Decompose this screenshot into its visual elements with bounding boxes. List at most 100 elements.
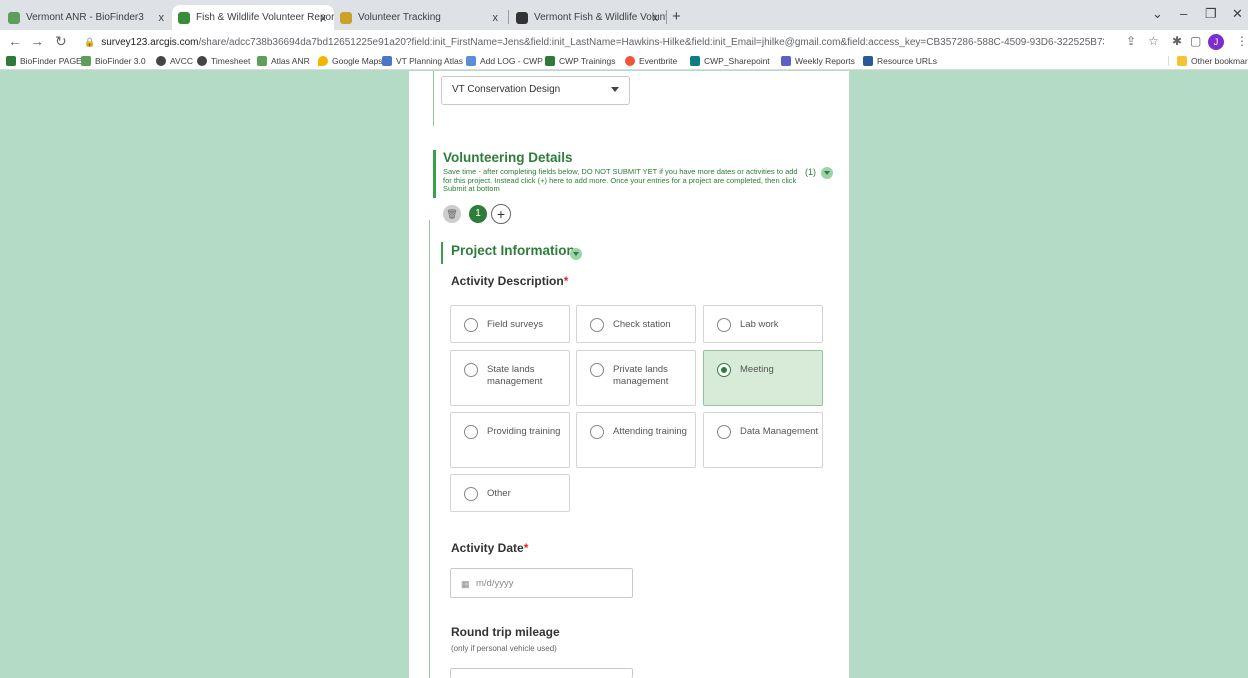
radio-button[interactable] — [464, 487, 478, 501]
activity-date-field[interactable]: ▦ m/d/yyyy — [450, 568, 633, 598]
group-guide-line — [433, 71, 434, 126]
repeat-page-number[interactable]: 1 — [469, 205, 487, 223]
bookmark-label: BioFinder 3.0 — [95, 56, 146, 66]
radio-button[interactable] — [590, 425, 604, 439]
radio-button[interactable] — [717, 425, 731, 439]
bookmark-eventbrite[interactable]: Eventbrite — [625, 56, 677, 66]
bookmark-biofinder-3[interactable]: BioFinder 3.0 — [81, 56, 146, 66]
window-close-icon[interactable]: ✕ — [1232, 6, 1243, 22]
tab-close-icon[interactable]: x — [159, 12, 165, 24]
bookmark-label: AVCC — [170, 56, 193, 66]
activity-option-data-management[interactable]: Data Management — [703, 412, 823, 468]
new-tab-button[interactable]: + — [672, 8, 681, 25]
tab-biofinder[interactable]: Vermont ANR - BioFinder3 x — [2, 5, 172, 30]
globe-icon — [156, 56, 166, 66]
option-label: Data Management — [740, 426, 819, 437]
forward-icon[interactable]: → — [30, 33, 44, 49]
side-panel-icon[interactable]: ▢ — [1190, 34, 1201, 48]
option-label: Check station — [613, 319, 671, 330]
tab-close-icon[interactable]: x — [653, 12, 659, 24]
activity-option-check-station[interactable]: Check station — [576, 305, 696, 343]
tab-close-icon[interactable]: x — [321, 12, 327, 24]
chevron-down-icon — [611, 87, 619, 92]
minimize-icon[interactable]: – — [1180, 6, 1187, 21]
option-label: Lab work — [740, 319, 779, 330]
organization-select[interactable]: VT Conservation Design — [441, 76, 630, 105]
activity-option-providing-training[interactable]: Providing training — [450, 412, 570, 468]
add-repeat-button[interactable]: + — [491, 204, 511, 224]
back-icon[interactable]: ← — [8, 33, 22, 49]
radio-button[interactable] — [590, 318, 604, 332]
mileage-field[interactable] — [450, 668, 633, 678]
activity-date-text: Activity Date — [451, 541, 524, 555]
tracking-favicon-icon — [340, 11, 352, 24]
tab-vtfw-volunteer[interactable]: Vermont Fish & Wildlife Volunte x — [510, 5, 666, 30]
bookmark-timesheet[interactable]: Timesheet — [197, 56, 250, 66]
bookmark-add-log[interactable]: Add LOG - CWP — [466, 56, 543, 66]
activity-option-field-surveys[interactable]: Field surveys — [450, 305, 570, 343]
word-icon — [863, 56, 873, 66]
group-guide-line — [429, 220, 430, 678]
subgroup-indicator — [441, 242, 443, 264]
tab-search-icon[interactable]: ⌄ — [1152, 6, 1163, 22]
activity-option-other[interactable]: Other — [450, 474, 570, 512]
other-bookmarks[interactable]: Other bookmark — [1168, 56, 1248, 66]
option-label: Other — [487, 488, 511, 499]
collapse-subgroup-icon[interactable] — [570, 248, 582, 260]
bookmark-cwp-trainings[interactable]: CWP Trainings — [545, 56, 616, 66]
bookmark-biofinder-page[interactable]: BioFinder PAGE — [6, 56, 82, 66]
sharepoint-icon — [690, 56, 700, 66]
bookmark-google-maps[interactable]: Google Maps — [318, 56, 383, 66]
bookmark-cwp-sharepoint[interactable]: CWP_Sharepoint — [690, 56, 770, 66]
group-indicator — [433, 150, 436, 198]
radio-button-selected[interactable] — [717, 363, 731, 377]
activity-option-attending-training[interactable]: Attending training — [576, 412, 696, 468]
bookmark-label: Add LOG - CWP — [480, 56, 543, 66]
reload-icon[interactable]: ↻ — [55, 33, 67, 50]
avatar[interactable]: J — [1208, 34, 1224, 50]
tab-volunteer-tracking[interactable]: Volunteer Tracking x — [334, 5, 506, 30]
survey-favicon-icon — [178, 11, 190, 24]
mileage-label: Round trip mileage — [451, 625, 560, 639]
delete-repeat-button[interactable]: 🗑 — [443, 205, 461, 223]
collapse-group-icon[interactable] — [821, 167, 833, 179]
activity-option-meeting[interactable]: Meeting — [703, 350, 823, 406]
radio-button[interactable] — [464, 425, 478, 439]
bookmark-weekly-reports[interactable]: Weekly Reports — [781, 56, 855, 66]
biofinder-favicon-icon — [8, 11, 20, 24]
mileage-hint: (only if personal vehicle used) — [451, 644, 557, 653]
bookmark-vt-planning-atlas[interactable]: VT Planning Atlas — [382, 56, 463, 66]
activity-option-lab-work[interactable]: Lab work — [703, 305, 823, 343]
url-field[interactable]: 🔒 survey123.arcgis.com/share/adcc738b366… — [84, 32, 1104, 52]
radio-button[interactable] — [717, 318, 731, 332]
activity-option-private-lands[interactable]: Private lands management — [576, 350, 696, 406]
bookmark-label: Atlas ANR — [271, 56, 310, 66]
radio-button[interactable] — [590, 363, 604, 377]
volunteering-details-description: Save time - after completing fields belo… — [443, 167, 798, 193]
teams-icon — [781, 56, 791, 66]
tab-close-icon[interactable]: x — [493, 12, 499, 24]
bookmark-star-icon[interactable]: ☆ — [1148, 34, 1159, 48]
menu-icon[interactable]: ⋮ — [1236, 34, 1248, 48]
tab-strip: Vermont ANR - BioFinder3 x Fish & Wildli… — [0, 0, 1248, 30]
bookmark-icon — [382, 56, 392, 66]
lock-icon: 🔒 — [84, 36, 96, 47]
url-host: survey123.arcgis.com — [101, 36, 199, 48]
radio-button[interactable] — [464, 363, 478, 377]
globe-icon — [197, 56, 207, 66]
bookmark-icon — [257, 56, 267, 66]
tab-label: Volunteer Tracking — [358, 12, 441, 23]
bookmark-atlas-anr[interactable]: Atlas ANR — [257, 56, 310, 66]
share-icon[interactable]: ⇪ — [1126, 34, 1136, 48]
radio-button[interactable] — [464, 318, 478, 332]
extensions-icon[interactable]: ✱ — [1172, 34, 1182, 48]
activity-description-label: Activity Description* — [451, 274, 568, 288]
option-label: State lands management — [487, 364, 543, 387]
restore-icon[interactable]: ❐ — [1205, 6, 1217, 22]
bookmark-icon — [545, 56, 555, 66]
tab-separator — [666, 10, 667, 24]
bookmark-resource-urls[interactable]: Resource URLs — [863, 56, 937, 66]
activity-option-state-lands[interactable]: State lands management — [450, 350, 570, 406]
bookmark-avcc[interactable]: AVCC — [156, 56, 193, 66]
tab-volunteer-reporting[interactable]: Fish & Wildlife Volunteer Reporti x — [172, 5, 334, 30]
